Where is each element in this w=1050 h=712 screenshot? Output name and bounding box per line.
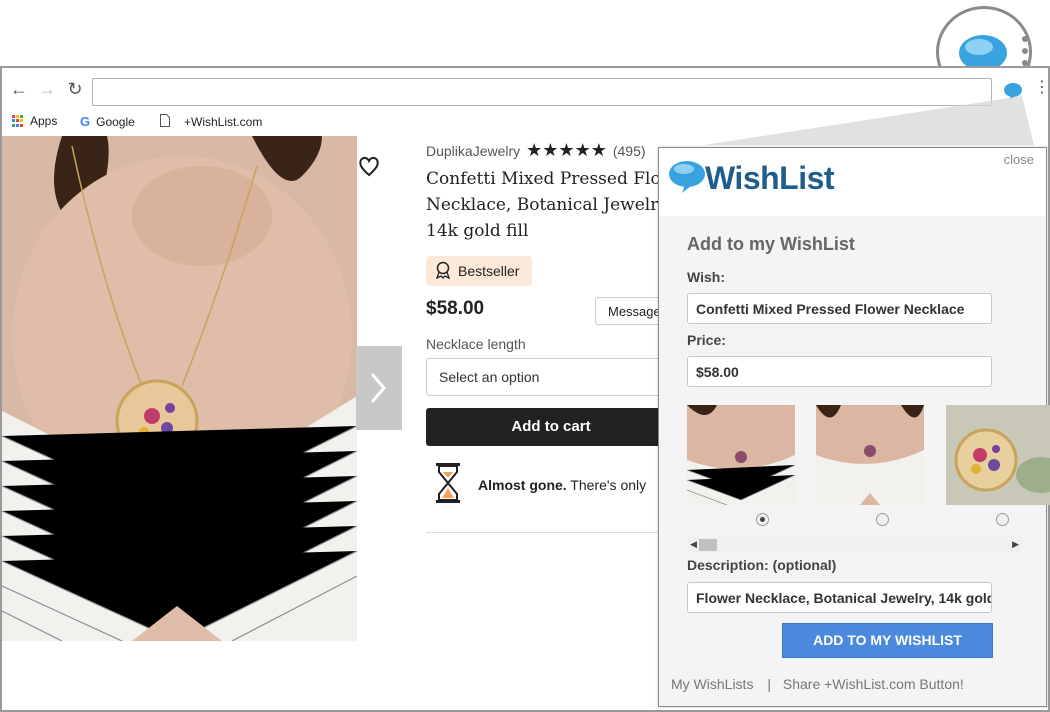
add-to-wishlist-button[interactable]: ADD TO MY WISHLIST — [782, 623, 993, 658]
stock-text: Almost gone. There's only — [478, 477, 646, 493]
wishlist-logo: WishList — [667, 158, 835, 199]
stock-rest: There's only — [566, 476, 647, 493]
bookmark-wishlist-label: +WishList.com — [184, 115, 263, 129]
browser-toolbar: ← → ↻ ⋮ — [2, 68, 1048, 108]
wishlist-extension-icon[interactable] — [1002, 82, 1024, 100]
bookmarks-bar: Apps G Google +WishList.com — [2, 108, 1048, 134]
review-count[interactable]: (495) — [613, 143, 646, 159]
bookmark-google[interactable]: G Google — [80, 114, 135, 129]
image-option-3[interactable] — [946, 405, 1050, 505]
product-title-line-3: 14k gold fill — [426, 221, 529, 241]
wishlist-popup: WishList close Add to my WishList Wish: … — [658, 147, 1050, 707]
google-g-icon: G — [80, 114, 91, 129]
bookmark-apps[interactable]: Apps — [12, 114, 57, 128]
my-wishlists-link[interactable]: My WishLists — [671, 676, 753, 692]
close-link[interactable]: close — [1004, 152, 1034, 167]
rating-stars-icon: ★★★★★ — [526, 140, 607, 160]
share-button-link[interactable]: Share +WishList.com Button! — [783, 676, 964, 692]
necklace-length-label: Necklace length — [426, 336, 526, 352]
browser-menu-icon[interactable]: ⋮ — [1034, 80, 1048, 96]
product-title: Confetti Mixed Pressed Flo Necklace, Bot… — [426, 166, 666, 244]
stock-notice: Almost gone. There's only — [434, 462, 646, 507]
apps-grid-icon — [12, 115, 24, 127]
favorite-heart-icon[interactable] — [357, 154, 381, 178]
product-title-line-2: Necklace, Botanical Jewelr — [426, 195, 659, 215]
add-to-cart-button[interactable]: Add to cart — [426, 408, 676, 446]
next-image-button[interactable] — [356, 346, 402, 430]
image-scrollbar[interactable]: ◀ ▶ — [687, 537, 1022, 553]
forward-arrow-icon[interactable]: → — [38, 80, 56, 98]
bookmark-apps-label: Apps — [30, 114, 58, 128]
image-radio-3[interactable] — [996, 513, 1009, 526]
product-title-line-1: Confetti Mixed Pressed Flo — [426, 169, 661, 189]
bestseller-badge: Bestseller — [426, 256, 532, 286]
price-label: Price: — [687, 332, 726, 348]
footer-separator: | — [767, 676, 771, 692]
award-ribbon-icon — [434, 261, 452, 282]
divider — [426, 532, 676, 533]
wish-input[interactable]: Confetti Mixed Pressed Flower Necklace — [687, 293, 992, 324]
bookmark-wishlist[interactable]: +WishList.com — [160, 114, 262, 130]
popup-header: WishList close — [659, 148, 1046, 216]
image-option-2[interactable] — [816, 405, 924, 505]
shop-name-link[interactable]: DuplikaJewelry — [426, 143, 520, 159]
price-input[interactable]: $58.00 — [687, 356, 992, 387]
reload-icon[interactable]: ↻ — [66, 80, 84, 98]
bookmark-google-label: Google — [96, 114, 135, 129]
back-arrow-icon[interactable]: ← — [10, 80, 28, 98]
wishlist-logo-text: WishList — [705, 160, 835, 196]
necklace-length-select[interactable]: Select an option — [426, 358, 676, 396]
speech-bubble-icon — [667, 158, 707, 199]
stock-bold: Almost gone. — [478, 476, 567, 493]
bestseller-label: Bestseller — [458, 263, 520, 279]
scroll-left-icon[interactable]: ◀ — [690, 539, 697, 550]
description-label: Description: (optional) — [687, 557, 837, 573]
popup-footer: My WishLists | Share +WishList.com Butto… — [671, 676, 964, 692]
image-radio-1[interactable] — [756, 513, 769, 526]
wish-label: Wish: — [687, 269, 725, 285]
description-input[interactable]: Flower Necklace, Botanical Jewelry, 14k … — [687, 582, 992, 613]
shop-rating-line: DuplikaJewelry ★★★★★ (495) — [426, 140, 646, 161]
image-option-1[interactable] — [687, 405, 795, 505]
scrollbar-thumb[interactable] — [699, 539, 717, 551]
product-photo[interactable] — [2, 136, 357, 641]
product-price: $58.00 — [426, 298, 485, 319]
popup-title: Add to my WishList — [687, 234, 855, 254]
address-bar[interactable] — [92, 78, 992, 106]
page-icon — [160, 114, 170, 130]
scroll-right-icon[interactable]: ▶ — [1012, 539, 1019, 550]
image-radio-2[interactable] — [876, 513, 889, 526]
hourglass-icon — [434, 462, 462, 507]
